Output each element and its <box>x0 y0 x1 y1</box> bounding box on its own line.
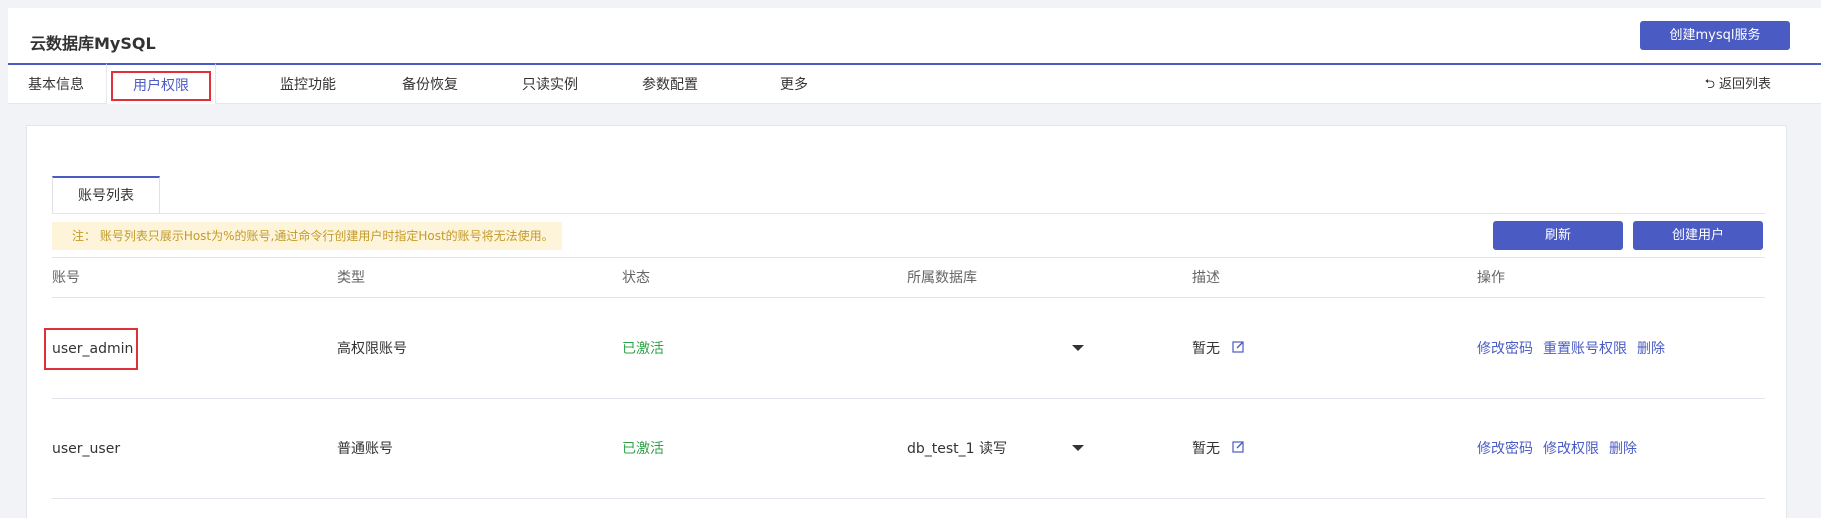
tab-user-permissions-label: 用户权限 <box>111 71 211 101</box>
edit-icon[interactable] <box>1232 399 1245 499</box>
description-cell: 暂无 <box>1192 299 1245 399</box>
column-header-actions: 操作 <box>1477 270 1505 286</box>
account-name: user_admin <box>52 341 134 357</box>
delete-link[interactable]: 删除 <box>1637 341 1665 357</box>
tab-bar: 基本信息 用户权限 监控功能 备份恢复 只读实例 参数配置 更多 ⮌ 返回列表 <box>8 63 1821 105</box>
tab-basic-info[interactable]: 基本信息 <box>8 65 104 104</box>
page-title: 云数据库MySQL <box>30 34 156 53</box>
subtab-divider <box>52 213 1765 214</box>
table-row: user_user 普通账号 已激活 db_test_1 读写 暂无 修改密码修… <box>52 399 1765 499</box>
return-arrow-icon: ⮌ <box>1704 77 1715 92</box>
column-header-description: 描述 <box>1192 270 1220 286</box>
column-header-status: 状态 <box>622 270 650 286</box>
content-panel: 账号列表 注： 账号列表只展示Host为%的账号,通过命令行创建用户时指定Hos… <box>26 125 1787 518</box>
account-name: user_user <box>52 441 121 457</box>
account-cell-highlight: user_admin <box>44 328 138 370</box>
back-to-list-link[interactable]: ⮌ 返回列表 <box>1705 65 1771 105</box>
edit-icon[interactable] <box>1232 299 1245 399</box>
table-row: user_admin 高权限账号 已激活 暂无 修改密码 重置账号权限 删除 <box>44 299 1765 399</box>
header-bar: 云数据库MySQL <box>8 8 1821 64</box>
tab-user-permissions[interactable]: 用户权限 <box>106 63 216 104</box>
tab-parameters[interactable]: 参数配置 <box>624 65 716 104</box>
column-header-account: 账号 <box>52 270 80 286</box>
change-password-link[interactable]: 修改密码 <box>1477 441 1533 457</box>
tab-account-list[interactable]: 账号列表 <box>52 176 160 214</box>
account-type: 高权限账号 <box>337 341 407 357</box>
tab-more[interactable]: 更多 <box>754 65 834 104</box>
reset-permissions-link[interactable]: 重置账号权限 <box>1543 341 1627 357</box>
status-badge: 已激活 <box>622 341 664 357</box>
back-to-list-label: 返回列表 <box>1718 77 1771 92</box>
header: 云数据库MySQL 创建mysql服务 基本信息 用户权限 监控功能 备份恢复 … <box>0 0 1821 104</box>
database-dropdown-chevron-down-icon[interactable] <box>1072 445 1084 451</box>
notice-banner: 注： 账号列表只展示Host为%的账号,通过命令行创建用户时指定Host的账号将… <box>52 222 562 250</box>
actions-cell: 修改密码 重置账号权限 删除 <box>1477 299 1675 399</box>
column-header-database: 所属数据库 <box>907 270 977 286</box>
create-user-button[interactable]: 创建用户 <box>1633 221 1763 250</box>
tab-read-only-instance[interactable]: 只读实例 <box>504 65 596 104</box>
create-mysql-service-button[interactable]: 创建mysql服务 <box>1640 21 1790 50</box>
tab-backup-restore[interactable]: 备份恢复 <box>384 65 476 104</box>
change-password-link[interactable]: 修改密码 <box>1477 341 1533 357</box>
description-cell: 暂无 <box>1192 399 1245 499</box>
description-text: 暂无 <box>1192 441 1220 457</box>
actions-cell: 修改密码 修改权限 删除 <box>1477 399 1647 499</box>
tab-monitoring[interactable]: 监控功能 <box>262 65 354 104</box>
delete-link[interactable]: 删除 <box>1609 441 1637 457</box>
modify-permissions-link[interactable]: 修改权限 <box>1543 441 1599 457</box>
status-badge: 已激活 <box>622 441 664 457</box>
table-header: 账号 类型 状态 所属数据库 描述 操作 <box>52 258 1765 298</box>
description-text: 暂无 <box>1192 341 1220 357</box>
database-dropdown-chevron-down-icon[interactable] <box>1072 345 1084 351</box>
column-header-type: 类型 <box>337 270 365 286</box>
database-value: db_test_1 读写 <box>907 441 1008 457</box>
account-type: 普通账号 <box>337 441 393 457</box>
refresh-button[interactable]: 刷新 <box>1493 221 1623 250</box>
